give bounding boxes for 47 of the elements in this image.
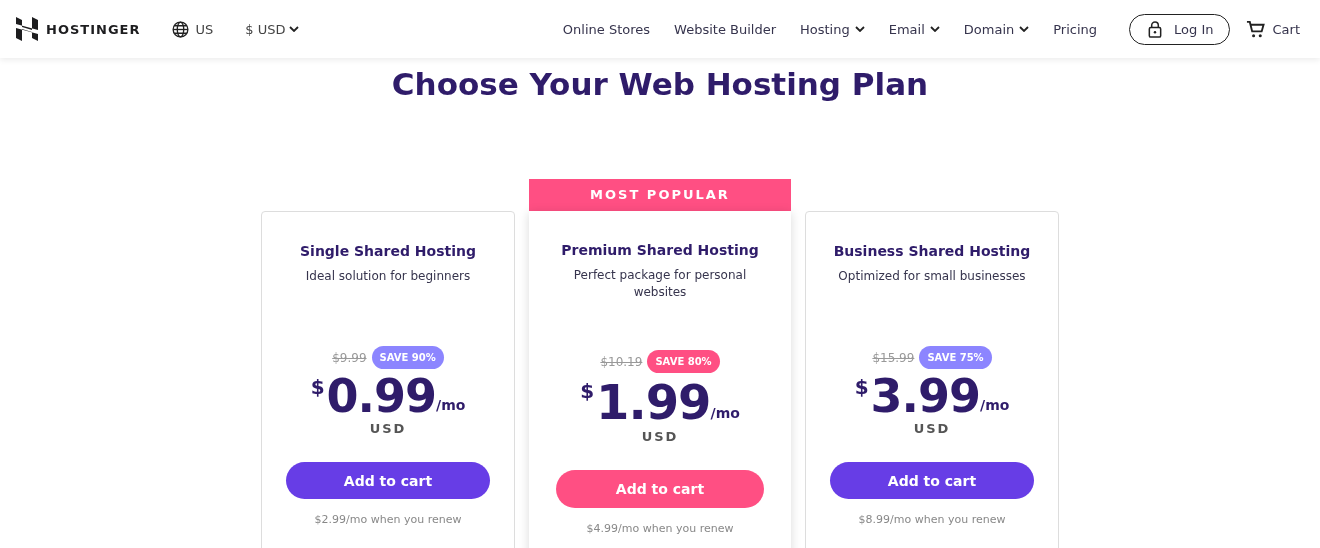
currency-symbol: $ (310, 375, 325, 399)
price: 1.99 (596, 375, 711, 429)
region-link[interactable]: US (195, 21, 214, 37)
currency-label: USD (641, 429, 679, 444)
add-to-cart-button[interactable]: Add to cart (830, 462, 1034, 499)
plan-description: Ideal solution for beginners (304, 268, 472, 285)
currency-label: USD (913, 421, 951, 436)
plan-name: Premium Shared Hosting (561, 241, 759, 260)
nav-link[interactable]: Pricing (1053, 21, 1098, 37)
chevron-down-icon (289, 26, 300, 32)
nav-link[interactable]: Domain (963, 21, 1030, 37)
logo-icon[interactable] (16, 17, 38, 41)
renew-price: $2.99/mo when you renew (314, 513, 462, 526)
nav-link[interactable]: Email (888, 21, 940, 37)
renew-price: $4.99/mo when you renew (586, 522, 734, 535)
brand-name[interactable]: HOSTINGER (46, 21, 141, 37)
plan-description: Perfect package for personal websites (572, 267, 748, 301)
currency-label: USD (369, 421, 407, 436)
discount-badge: SAVE 75% (919, 346, 992, 369)
price-period: /mo (436, 397, 466, 413)
add-to-cart-button[interactable]: Add to cart (286, 462, 490, 499)
popular-banner: MOST POPULAR (529, 179, 791, 211)
plan-description: Optimized for small businesses (837, 268, 1027, 285)
price: 0.99 (326, 371, 437, 421)
price-period: /mo (710, 405, 740, 421)
lock-icon (1148, 20, 1163, 38)
renew-price: $8.99/mo when you renew (858, 513, 1006, 526)
page-title: Choose Your Web Hosting Plan (390, 65, 930, 104)
old-price: $15.99 (872, 350, 915, 365)
currency-symbol: $ (854, 375, 869, 399)
cart-link[interactable]: Cart (1245, 19, 1300, 39)
globe-icon[interactable] (172, 20, 190, 38)
old-price: $10.19 (600, 354, 643, 369)
nav-link[interactable]: Online Stores (562, 21, 651, 37)
nav-link[interactable]: Website Builder (674, 21, 776, 37)
price: 3.99 (870, 371, 981, 421)
discount-badge: SAVE 80% (647, 350, 720, 373)
price-period: /mo (980, 397, 1010, 413)
currency-symbol: $ (580, 379, 595, 403)
plan-name: Single Shared Hosting (300, 242, 476, 261)
login-button[interactable]: Log In (1129, 13, 1230, 45)
nav-link[interactable]: Hosting (800, 21, 865, 37)
old-price: $9.99 (332, 350, 367, 365)
discount-badge: SAVE 90% (371, 346, 444, 369)
plan-name: Business Shared Hosting (833, 242, 1031, 261)
cart-icon (1245, 19, 1265, 39)
currency-dropdown[interactable]: $ USD (245, 21, 300, 37)
